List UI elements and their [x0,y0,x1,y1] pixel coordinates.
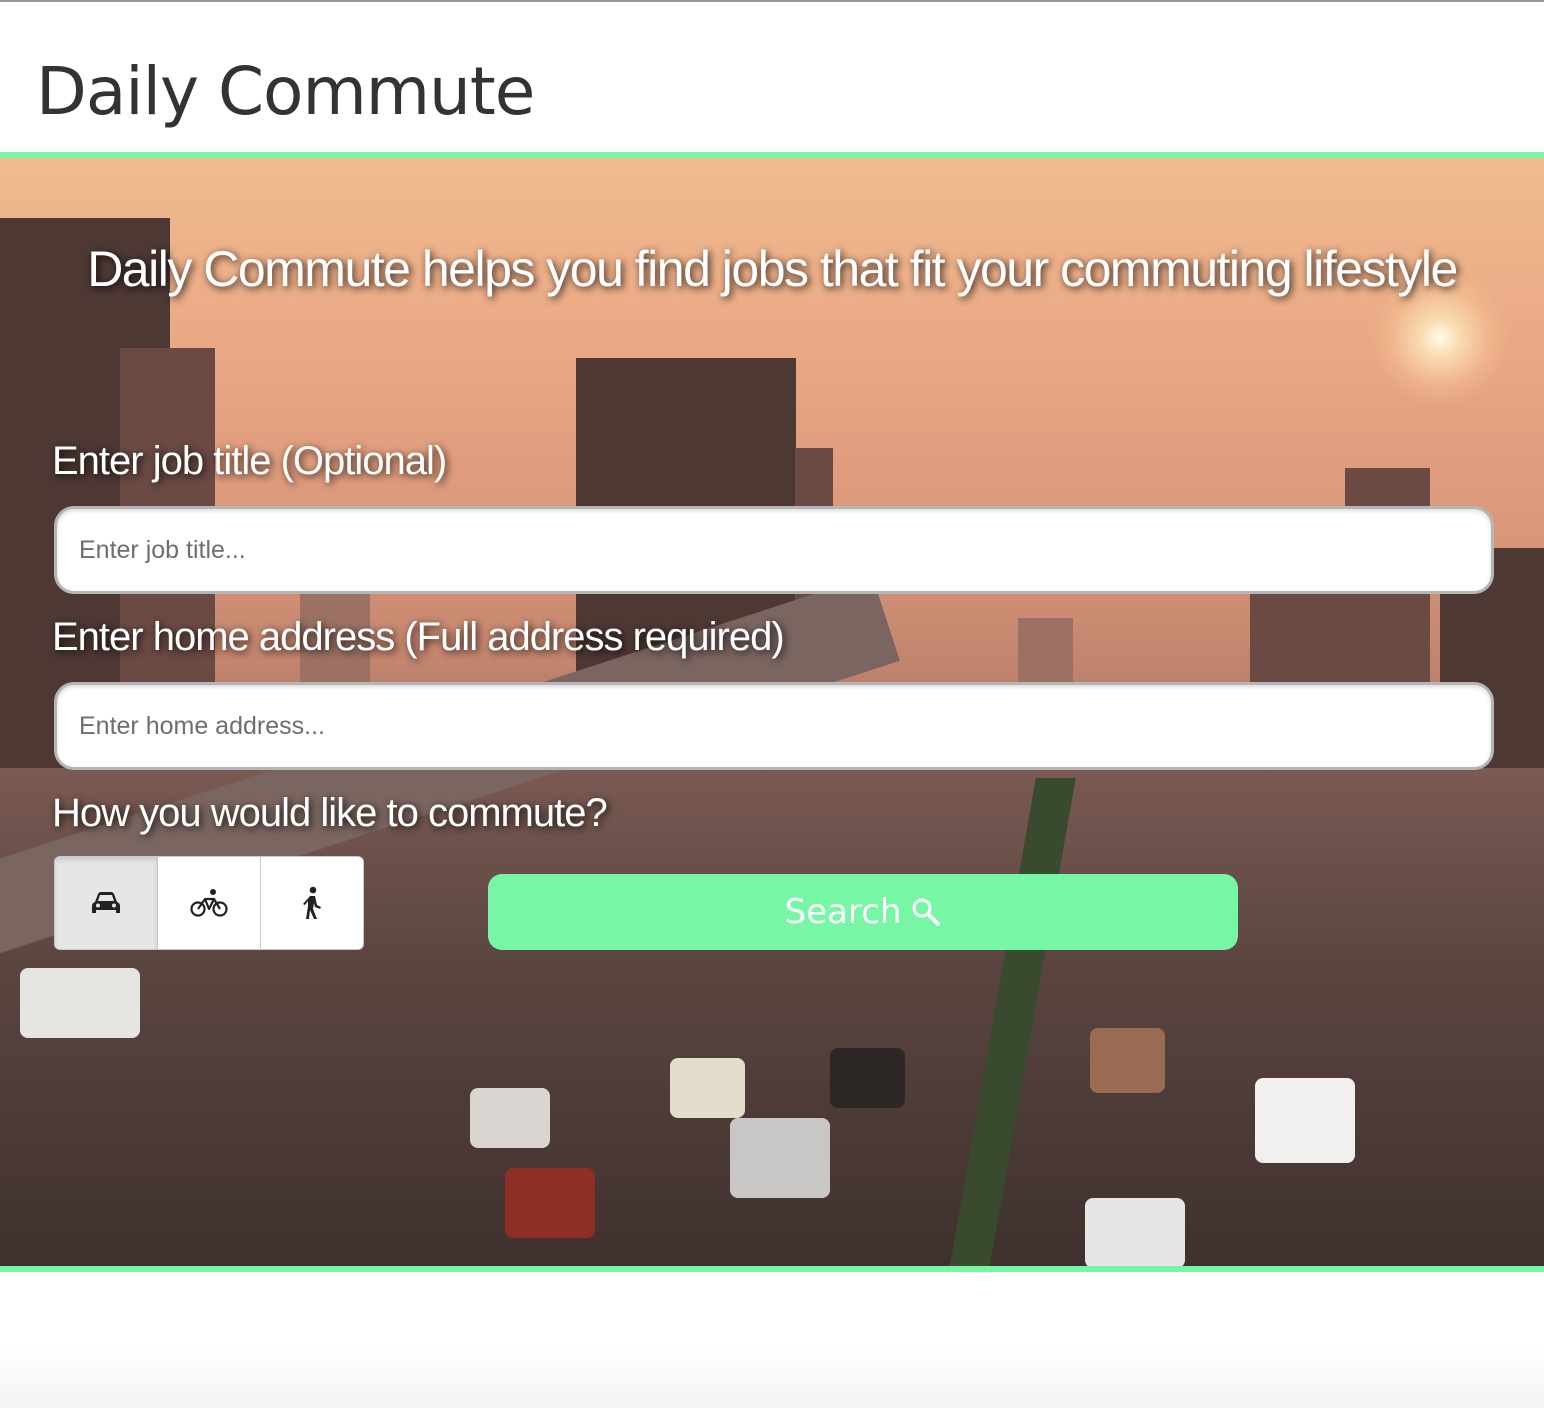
walking-icon [303,886,321,919]
search-button[interactable]: Search [488,874,1238,950]
hero-section: Daily Commute helps you find jobs that f… [0,152,1544,1272]
job-title-input[interactable] [54,506,1494,594]
car [670,1058,745,1118]
car [830,1048,905,1108]
car [1090,1028,1165,1093]
bicycle-icon [190,889,228,917]
site-header: Daily Commute [0,2,1544,152]
home-address-label: Enter home address (Full address require… [52,615,785,659]
car [730,1118,830,1198]
commute-mode-label: How you would like to commute? [52,791,608,835]
car [20,968,140,1038]
car [1085,1198,1185,1266]
car [505,1168,595,1238]
hero-headline: Daily Commute helps you find jobs that f… [87,241,1458,297]
search-button-label: Search [784,892,902,932]
commute-mode-walk-button[interactable] [261,857,363,949]
job-title-label: Enter job title (Optional) [52,439,447,483]
site-title[interactable]: Daily Commute [36,52,535,132]
page-footer-area [0,1272,1544,1408]
home-address-input[interactable] [54,682,1494,770]
commute-mode-bike-button[interactable] [158,857,261,949]
search-icon [912,898,941,926]
car-icon [92,892,120,913]
commute-mode-car-button[interactable] [55,857,158,949]
commute-mode-selector [54,856,364,950]
car [470,1088,550,1148]
car [1255,1078,1355,1163]
